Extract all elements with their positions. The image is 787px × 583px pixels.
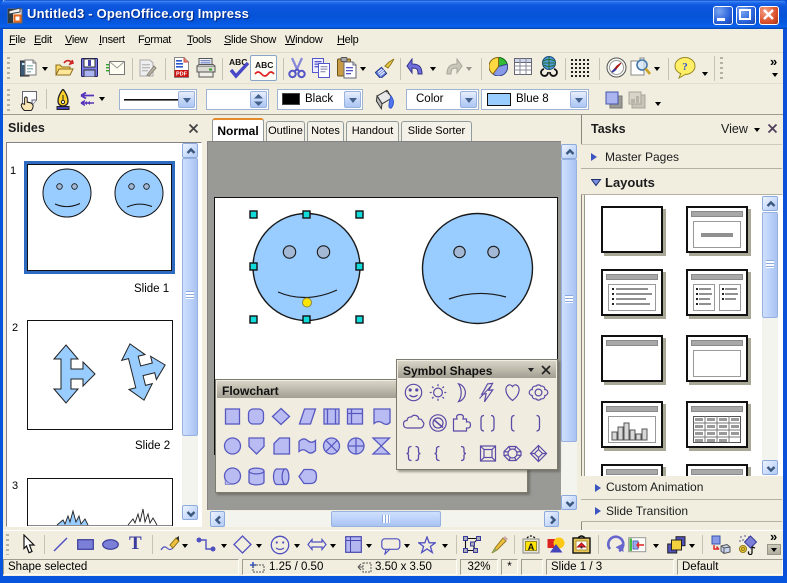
- svg-text:ABC: ABC: [255, 60, 273, 70]
- svg-text:A: A: [528, 542, 535, 552]
- svg-text:PDF: PDF: [176, 72, 188, 78]
- svg-text:?: ?: [682, 61, 688, 73]
